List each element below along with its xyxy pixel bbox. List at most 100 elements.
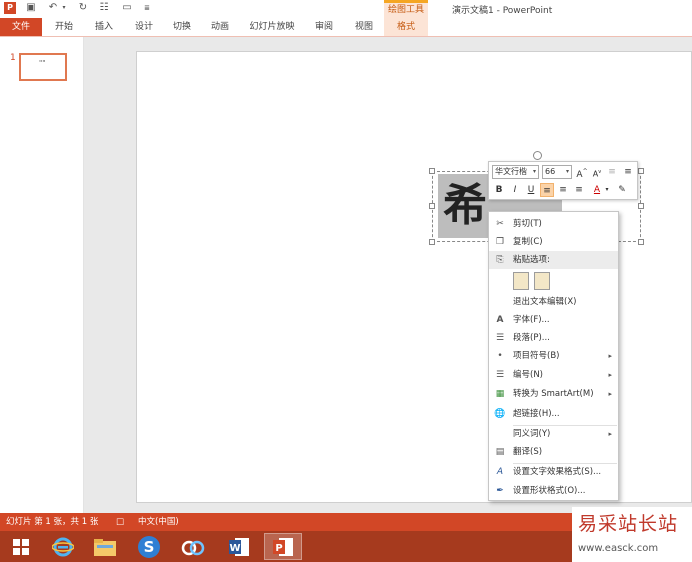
menu-item-exit-text-edit[interactable]: 退出文本编辑(X) xyxy=(489,293,618,311)
smartart-icon: ▦ xyxy=(495,389,505,399)
svg-text:P: P xyxy=(275,543,282,554)
menu-item-cut[interactable]: ✂ 剪切(T) xyxy=(489,215,618,233)
paste-picture-icon[interactable] xyxy=(534,272,550,290)
powerpoint-taskbar-icon[interactable]: P xyxy=(264,533,302,560)
menu-item-label: 粘贴选项: xyxy=(513,255,550,265)
menu-item-label: 项目符号(B) xyxy=(513,351,560,361)
resize-handle-top-left[interactable] xyxy=(429,168,435,174)
italic-icon: I xyxy=(513,185,517,195)
shrink-font-button[interactable]: Av xyxy=(590,165,604,179)
paste-keep-formatting-icon[interactable] xyxy=(513,272,529,290)
customize-toolbar-icon[interactable]: ≣ xyxy=(141,2,153,14)
start-from-beginning-icon[interactable]: ☷ xyxy=(98,2,110,14)
menu-item-label: 设置文字效果格式(S)... xyxy=(513,467,602,477)
slide-thumbnail[interactable]: "" xyxy=(19,53,67,81)
resize-handle-bottom-left[interactable] xyxy=(429,239,435,245)
decrease-indent-button[interactable]: ≡ xyxy=(605,165,619,179)
font-color-button[interactable]: A xyxy=(590,183,604,197)
copy-icon: ❐ xyxy=(495,237,505,247)
rotate-handle[interactable] xyxy=(533,151,542,160)
mini-toolbar: 华文行楷 ▾ 66 ▾ A^ Av ≡ ≡ B I U ≡ ≡ ≡ A ▾ ✎ xyxy=(488,161,638,200)
menu-item-paragraph[interactable]: ☰ 段落(P)... xyxy=(489,329,618,347)
align-left-button[interactable]: ≡ xyxy=(540,183,554,197)
tab-review[interactable]: 审阅 xyxy=(310,18,338,36)
increase-indent-button[interactable]: ≡ xyxy=(621,165,635,179)
tab-insert[interactable]: 插入 xyxy=(90,18,118,36)
bold-icon: B xyxy=(495,185,503,195)
notes-icon[interactable]: □ xyxy=(116,513,124,531)
format-painter-icon[interactable]: ✎ xyxy=(615,183,629,197)
translate-icon: ▤ xyxy=(495,447,505,457)
resize-handle-left[interactable] xyxy=(429,203,435,209)
tab-transitions[interactable]: 切换 xyxy=(168,18,196,36)
resize-handle-right[interactable] xyxy=(638,203,644,209)
tab-design[interactable]: 设计 xyxy=(130,18,158,36)
menu-item-label: 段落(P)... xyxy=(513,333,550,343)
tab-view[interactable]: 视图 xyxy=(350,18,378,36)
menu-item-label: 复制(C) xyxy=(513,237,543,247)
tab-file[interactable]: 文件 xyxy=(0,18,42,36)
bold-button[interactable]: B xyxy=(492,183,506,197)
menu-item-label: 退出文本编辑(X) xyxy=(513,297,577,307)
menu-item-format-shape[interactable]: ✒ 设置形状格式(O)... xyxy=(489,482,618,500)
language-status[interactable]: 中文(中国) xyxy=(138,513,179,531)
align-right-button[interactable]: ≡ xyxy=(572,183,586,197)
font-size-box[interactable]: 66 ▾ xyxy=(542,165,572,179)
menu-item-translate[interactable]: ▤ 翻译(S) xyxy=(489,443,618,461)
paragraph-icon: ☰ xyxy=(495,333,505,343)
menu-item-paste-options: ⎘ 粘贴选项: xyxy=(489,251,618,269)
menu-item-convert-smartart[interactable]: ▦ 转换为 SmartArt(M) ▸ xyxy=(489,385,618,403)
menu-item-format-text-effects[interactable]: A 设置文字效果格式(S)... xyxy=(489,463,618,481)
tab-format[interactable]: 格式 xyxy=(384,18,428,36)
redo-icon[interactable]: ↻ xyxy=(77,2,89,14)
tab-slideshow[interactable]: 幻灯片放映 xyxy=(245,18,299,36)
resize-handle-bottom-right[interactable] xyxy=(638,239,644,245)
chevron-right-icon: ▸ xyxy=(608,352,612,360)
font-color-dropdown-icon[interactable]: ▾ xyxy=(603,183,611,197)
bullets-icon: • xyxy=(497,351,503,361)
numbering-icon: ☰ xyxy=(495,370,505,380)
tab-home[interactable]: 开始 xyxy=(50,18,78,36)
align-center-button[interactable]: ≡ xyxy=(556,183,570,197)
menu-item-synonyms[interactable]: 同义词(Y) ▸ xyxy=(489,425,618,443)
title-bar: P ▣ ↶ ▾ ↻ ☷ ▭ ≣ 绘图工具 演示文稿1 - PowerPoint xyxy=(0,0,692,18)
menu-item-label: 同义词(Y) xyxy=(513,429,551,439)
chevron-down-icon[interactable]: ▾ xyxy=(533,166,536,178)
grow-font-button[interactable]: A^ xyxy=(575,165,589,180)
text-glyph[interactable]: 希 xyxy=(438,174,492,238)
svg-text:S: S xyxy=(144,538,155,556)
font-name-value: 华文行楷 xyxy=(495,167,527,176)
tab-animations[interactable]: 动画 xyxy=(206,18,234,36)
save-icon[interactable]: ▣ xyxy=(25,2,37,14)
font-name-box[interactable]: 华文行楷 ▾ xyxy=(492,165,539,179)
file-explorer-icon[interactable] xyxy=(86,533,124,560)
resize-handle-top-right[interactable] xyxy=(638,168,644,174)
menu-item-label: 剪切(T) xyxy=(513,219,542,229)
menu-item-numbering[interactable]: ☰ 编号(N) ▸ xyxy=(489,366,618,384)
menu-item-label: 字体(F)... xyxy=(513,315,550,325)
italic-button[interactable]: I xyxy=(508,183,522,197)
chevron-right-icon: ▸ xyxy=(608,390,612,398)
windows-start-icon[interactable] xyxy=(2,533,40,560)
underline-button[interactable]: U xyxy=(524,183,538,197)
slideshow-icon[interactable]: ▭ xyxy=(121,2,133,14)
baidu-cloud-icon[interactable] xyxy=(174,533,212,560)
shape-format-icon: ✒ xyxy=(496,486,504,496)
chevron-down-icon[interactable]: ▾ xyxy=(566,166,569,178)
menu-item-copy[interactable]: ❐ 复制(C) xyxy=(489,233,618,251)
menu-item-hyperlink[interactable]: 🌐 超链接(H)... xyxy=(489,405,618,423)
window-title: 演示文稿1 - PowerPoint xyxy=(452,6,553,16)
svg-text:W: W xyxy=(229,543,240,554)
hyperlink-icon: 🌐 xyxy=(494,409,506,419)
menu-item-bullets[interactable]: • 项目符号(B) ▸ xyxy=(489,347,618,365)
sogou-browser-icon[interactable]: S xyxy=(130,533,168,560)
internet-explorer-icon[interactable] xyxy=(44,533,82,560)
chevron-right-icon: ▸ xyxy=(608,371,612,379)
underline-icon: U xyxy=(527,185,535,195)
undo-dropdown-icon[interactable]: ▾ xyxy=(58,2,70,14)
menu-item-label: 设置形状格式(O)... xyxy=(513,486,586,496)
context-menu: ✂ 剪切(T) ❐ 复制(C) ⎘ 粘贴选项: 退出文本编辑(X) A 字体(F… xyxy=(488,211,619,501)
menu-item-font[interactable]: A 字体(F)... xyxy=(489,311,618,329)
site-watermark: 易采站长站 www.easck.com xyxy=(572,507,692,562)
word-icon[interactable]: W xyxy=(220,533,258,560)
